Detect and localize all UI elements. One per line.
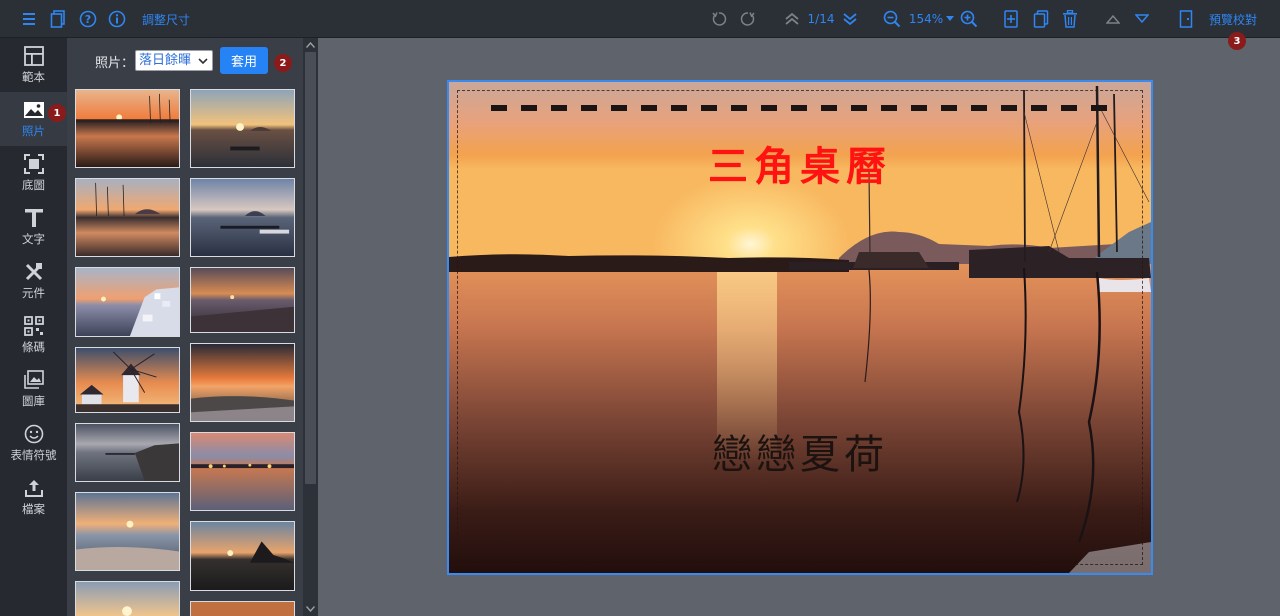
template-icon — [22, 44, 46, 68]
photo-thumbnail[interactable] — [190, 521, 295, 591]
gallery-icon — [22, 368, 46, 392]
emoji-icon — [22, 422, 46, 446]
help-icon[interactable]: ? — [77, 0, 99, 38]
photo-thumbnail[interactable] — [75, 267, 180, 337]
photo-category-select[interactable]: 落日餘暉 — [135, 50, 213, 71]
photo-thumbnail[interactable] — [190, 343, 295, 422]
page-up-icon[interactable] — [782, 0, 802, 38]
rail-item-label: 條碼 — [22, 340, 45, 354]
photo-thumbnail[interactable] — [75, 178, 180, 257]
background-icon — [22, 152, 46, 176]
zoom-in-icon[interactable] — [958, 0, 980, 38]
upload-icon — [22, 476, 46, 500]
step-badge-1: 1 — [48, 104, 66, 122]
step-badge-3: 3 — [1228, 32, 1246, 50]
scrollbar-thumb[interactable] — [305, 52, 316, 484]
calendar-page[interactable]: 三角桌曆 戀戀夏荷 — [447, 80, 1153, 575]
photo-thumbnail[interactable] — [190, 601, 295, 616]
zoom-level[interactable]: 154% — [905, 0, 947, 38]
zoom-out-icon[interactable] — [881, 0, 903, 38]
text-icon — [22, 206, 46, 230]
top-toolbar: ? 調整尺寸 1/14 154% 預覽校對 — [0, 0, 1280, 38]
rail-item-barcode[interactable]: 條碼 — [0, 308, 67, 362]
svg-text:?: ? — [85, 13, 91, 26]
page-indicator: 1/14 — [807, 12, 835, 26]
pages-icon[interactable] — [47, 0, 69, 38]
photo-thumbnail[interactable] — [75, 423, 180, 482]
undo-icon[interactable] — [709, 0, 729, 38]
photo-thumbnail[interactable] — [190, 267, 295, 333]
photo-thumbnail[interactable] — [190, 89, 295, 168]
rail-item-text[interactable]: 文字 — [0, 200, 67, 254]
move-up-icon[interactable] — [1103, 0, 1123, 38]
move-down-icon[interactable] — [1132, 0, 1152, 38]
rail-item-label: 表情符號 — [10, 448, 57, 462]
rail-item-upload[interactable]: 檔案 — [0, 470, 67, 524]
element-icon — [22, 260, 46, 284]
rail-item-label: 照片 — [22, 124, 45, 138]
hole-punch-line — [491, 105, 1111, 111]
rail-item-emoji[interactable]: 表情符號 — [0, 416, 67, 470]
photo-icon — [22, 98, 46, 122]
photo-thumbnail[interactable] — [75, 492, 180, 571]
rail-item-gallery[interactable]: 圖庫 — [0, 362, 67, 416]
rail-item-label: 元件 — [22, 286, 45, 300]
photo-category-label: 照片： — [95, 56, 135, 71]
duplicate-page-icon[interactable] — [1031, 0, 1051, 38]
panel-scrollbar[interactable] — [303, 38, 318, 616]
chevron-down-icon — [197, 54, 209, 66]
left-tool-rail: 範本 照片 底圖 文字 元件 條碼 圖庫 表情符號 檔案 — [0, 38, 67, 616]
photo-thumbnail[interactable] — [190, 432, 295, 511]
info-icon[interactable] — [106, 0, 128, 38]
add-page-icon[interactable] — [1001, 0, 1021, 38]
page-down-icon[interactable] — [840, 0, 860, 38]
photo-thumbnail[interactable] — [75, 347, 180, 413]
rail-item-background[interactable]: 底圖 — [0, 146, 67, 200]
delete-page-icon[interactable] — [1060, 0, 1080, 38]
rail-item-label: 底圖 — [22, 178, 45, 192]
step-badge-2: 2 — [274, 54, 292, 72]
photo-thumbnail[interactable] — [75, 89, 180, 168]
scroll-down-icon[interactable] — [303, 602, 318, 616]
photo-category-value: 落日餘暉 — [139, 53, 192, 68]
resize-button[interactable]: 調整尺寸 — [137, 0, 195, 38]
rail-item-template[interactable]: 範本 — [0, 38, 67, 92]
preview-icon[interactable] — [1176, 0, 1196, 38]
rail-item-label: 文字 — [22, 232, 45, 246]
rail-item-label: 圖庫 — [22, 394, 45, 408]
rail-item-element[interactable]: 元件 — [0, 254, 67, 308]
photo-panel-header: 照片： 落日餘暉 套用 — [67, 38, 303, 82]
apply-button[interactable]: 套用 — [220, 47, 268, 74]
calendar-subtitle-text[interactable]: 戀戀夏荷 — [449, 422, 1151, 480]
rail-item-label: 範本 — [22, 70, 45, 84]
menu-icon[interactable] — [18, 0, 40, 38]
photo-thumbnail[interactable] — [190, 178, 295, 257]
scroll-up-icon[interactable] — [303, 38, 318, 52]
calendar-title-text[interactable]: 三角桌曆 — [449, 134, 1151, 192]
photo-thumbnail[interactable] — [75, 581, 180, 616]
redo-icon[interactable] — [738, 0, 758, 38]
rail-item-label: 檔案 — [22, 502, 45, 516]
zoom-dropdown-icon[interactable] — [945, 0, 955, 38]
barcode-icon — [22, 314, 46, 338]
